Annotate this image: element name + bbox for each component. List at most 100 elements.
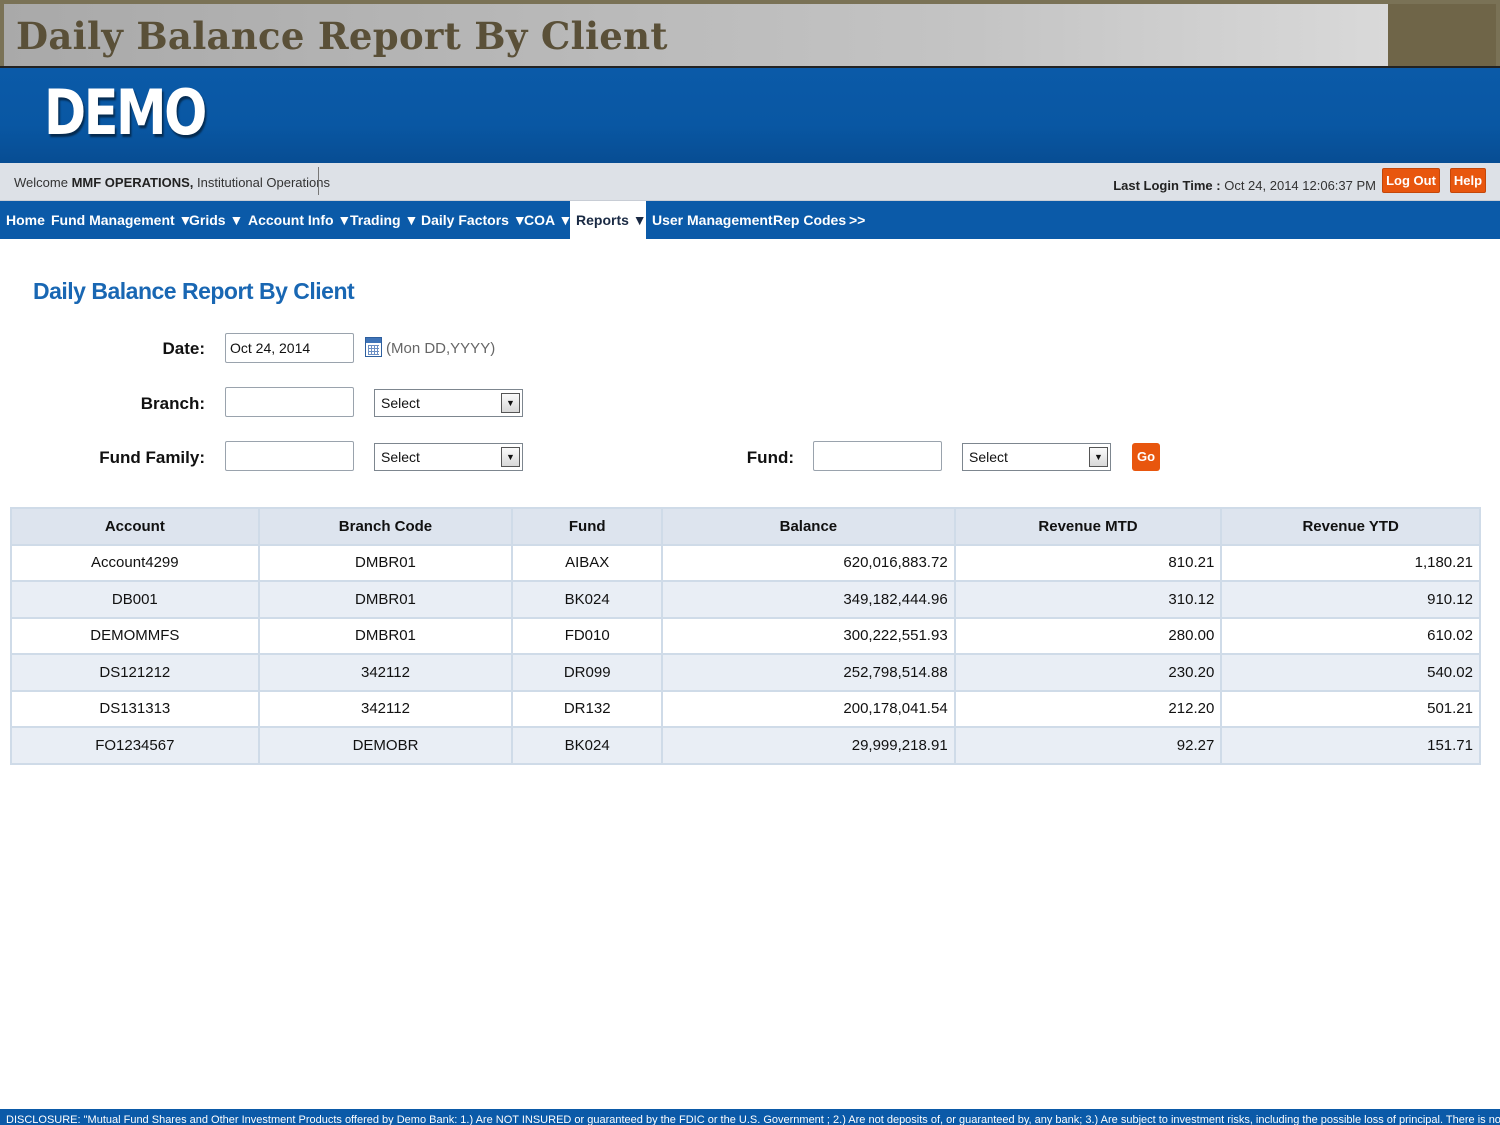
chevron-down-icon: ▼ [1089, 447, 1108, 467]
column-header-revenue-mtd[interactable]: Revenue MTD [953, 507, 1223, 546]
chevron-down-icon: ▼ [501, 393, 520, 413]
chevron-down-icon: ▼ [501, 447, 520, 467]
nav-item-trading[interactable]: Trading ▼ [350, 201, 418, 239]
slide-root: Daily Balance Report By Client DEMO Welc… [0, 0, 1500, 1125]
cell-balance: 300,222,551.93 [661, 616, 956, 655]
cell-fund: DR099 [511, 653, 664, 692]
cell-balance: 252,798,514.88 [661, 653, 956, 692]
cell-revenue-ytd: 501.21 [1220, 689, 1481, 728]
welcome-divider [318, 167, 319, 195]
cell-fund: DR132 [511, 689, 664, 728]
welcome-org: Institutional Operations [197, 175, 330, 190]
slide-title: Daily Balance Report By Client [16, 14, 668, 58]
table-header-row: Account Branch Code Fund Balance Revenue… [10, 507, 1481, 546]
app-header: DEMO [0, 68, 1500, 163]
nav-item-grids[interactable]: Grids ▼ [189, 201, 243, 239]
cell-fund: BK024 [511, 726, 664, 765]
help-button[interactable]: Help [1450, 168, 1486, 193]
branch-select[interactable]: Select ▼ [374, 389, 523, 417]
cell-revenue-ytd: 151.71 [1220, 726, 1481, 765]
cell-revenue-ytd: 1,180.21 [1220, 543, 1481, 582]
nav-item-coa[interactable]: COA ▼ [524, 201, 572, 239]
cell-account[interactable]: DEMOMMFS [10, 616, 260, 655]
cell-balance: 349,182,444.96 [661, 580, 956, 619]
column-header-branch-code[interactable]: Branch Code [257, 507, 514, 546]
cell-revenue-mtd: 310.12 [953, 580, 1223, 619]
cell-branch-code: 342112 [257, 689, 514, 728]
nav-item-home[interactable]: Home [6, 201, 45, 239]
table-row: Account4299 DMBR01 AIBAX 620,016,883.72 … [10, 543, 1481, 582]
table-row: DEMOMMFS DMBR01 FD010 300,222,551.93 280… [10, 616, 1481, 655]
column-header-balance[interactable]: Balance [661, 507, 956, 546]
table-row: FO1234567 DEMOBR BK024 29,999,218.91 92.… [10, 726, 1481, 765]
cell-branch-code: 342112 [257, 653, 514, 692]
nav-item-rep-codes[interactable]: Rep Codes [773, 201, 846, 239]
nav-item-daily-factors[interactable]: Daily Factors ▼ [421, 201, 527, 239]
fund-family-label: Fund Family: [99, 448, 205, 467]
column-header-account[interactable]: Account [10, 507, 260, 546]
cell-account[interactable]: Account4299 [10, 543, 260, 582]
slide-title-band: Daily Balance Report By Client [0, 0, 1500, 68]
nav-item-reports[interactable]: Reports ▼ [570, 201, 647, 239]
slide-title-box: Daily Balance Report By Client [4, 4, 1388, 66]
branch-label: Branch: [140, 394, 205, 413]
cell-account[interactable]: DS121212 [10, 653, 260, 692]
page-title: Daily Balance Report By Client [33, 278, 355, 304]
logout-button[interactable]: Log Out [1382, 168, 1440, 193]
branch-select-value: Select [381, 395, 420, 411]
cell-fund: BK024 [511, 580, 664, 619]
calendar-icon[interactable] [365, 337, 382, 357]
cell-fund: FD010 [511, 616, 664, 655]
cell-account[interactable]: FO1234567 [10, 726, 260, 765]
table-row: DB001 DMBR01 BK024 349,182,444.96 310.12… [10, 580, 1481, 619]
cell-account[interactable]: DB001 [10, 580, 260, 619]
welcome-user: MMF OPERATIONS, [71, 175, 194, 190]
main-nav: Home Fund Management ▼ Grids ▼ Account I… [0, 201, 1500, 239]
cell-revenue-mtd: 92.27 [953, 726, 1223, 765]
last-login-value: Oct 24, 2014 12:06:37 PM [1224, 178, 1376, 193]
column-header-fund[interactable]: Fund [511, 507, 664, 546]
cell-revenue-ytd: 610.02 [1220, 616, 1481, 655]
disclosure-footer: DISCLOSURE: "Mutual Fund Shares and Othe… [0, 1109, 1500, 1125]
fund-select[interactable]: Select ▼ [962, 443, 1111, 471]
branch-input[interactable] [225, 387, 354, 417]
cell-balance: 200,178,041.54 [661, 689, 956, 728]
date-input[interactable] [225, 333, 354, 363]
table-row: DS121212 342112 DR099 252,798,514.88 230… [10, 653, 1481, 692]
nav-item-account-info[interactable]: Account Info ▼ [248, 201, 351, 239]
nav-item-fund-management[interactable]: Fund Management ▼ [51, 201, 192, 239]
cell-revenue-mtd: 280.00 [953, 616, 1223, 655]
cell-account[interactable]: DS131313 [10, 689, 260, 728]
welcome-prefix: Welcome [14, 175, 68, 190]
cell-balance: 620,016,883.72 [661, 543, 956, 582]
nav-more-button[interactable]: >> [849, 201, 865, 239]
fund-input[interactable] [813, 441, 942, 471]
cell-revenue-ytd: 910.12 [1220, 580, 1481, 619]
go-button[interactable]: Go [1132, 443, 1160, 471]
nav-item-user-management[interactable]: User Management [652, 201, 773, 239]
cell-revenue-mtd: 230.20 [953, 653, 1223, 692]
cell-branch-code: DMBR01 [257, 543, 514, 582]
fund-family-select[interactable]: Select ▼ [374, 443, 523, 471]
cell-fund: AIBAX [511, 543, 664, 582]
date-label: Date: [162, 339, 205, 358]
column-header-revenue-ytd[interactable]: Revenue YTD [1220, 507, 1481, 546]
disclosure-text: DISCLOSURE: "Mutual Fund Shares and Othe… [6, 1114, 1500, 1125]
fund-label: Fund: [746, 448, 794, 467]
last-login-label: Last Login Time : [1113, 178, 1221, 193]
cell-revenue-mtd: 212.20 [953, 689, 1223, 728]
cell-balance: 29,999,218.91 [661, 726, 956, 765]
date-format-hint: (Mon DD,YYYY) [386, 340, 496, 357]
fund-family-input[interactable] [225, 441, 354, 471]
slide-corner-block [1388, 4, 1496, 66]
fund-select-value: Select [969, 449, 1008, 465]
welcome-message: Welcome MMF OPERATIONS, Institutional Op… [14, 175, 330, 190]
demo-logo: DEMO [44, 76, 207, 149]
balance-report-table: Account Branch Code Fund Balance Revenue… [10, 507, 1481, 765]
cell-revenue-ytd: 540.02 [1220, 653, 1481, 692]
cell-branch-code: DMBR01 [257, 616, 514, 655]
fund-family-select-value: Select [381, 449, 420, 465]
cell-branch-code: DEMOBR [257, 726, 514, 765]
cell-branch-code: DMBR01 [257, 580, 514, 619]
cell-revenue-mtd: 810.21 [953, 543, 1223, 582]
